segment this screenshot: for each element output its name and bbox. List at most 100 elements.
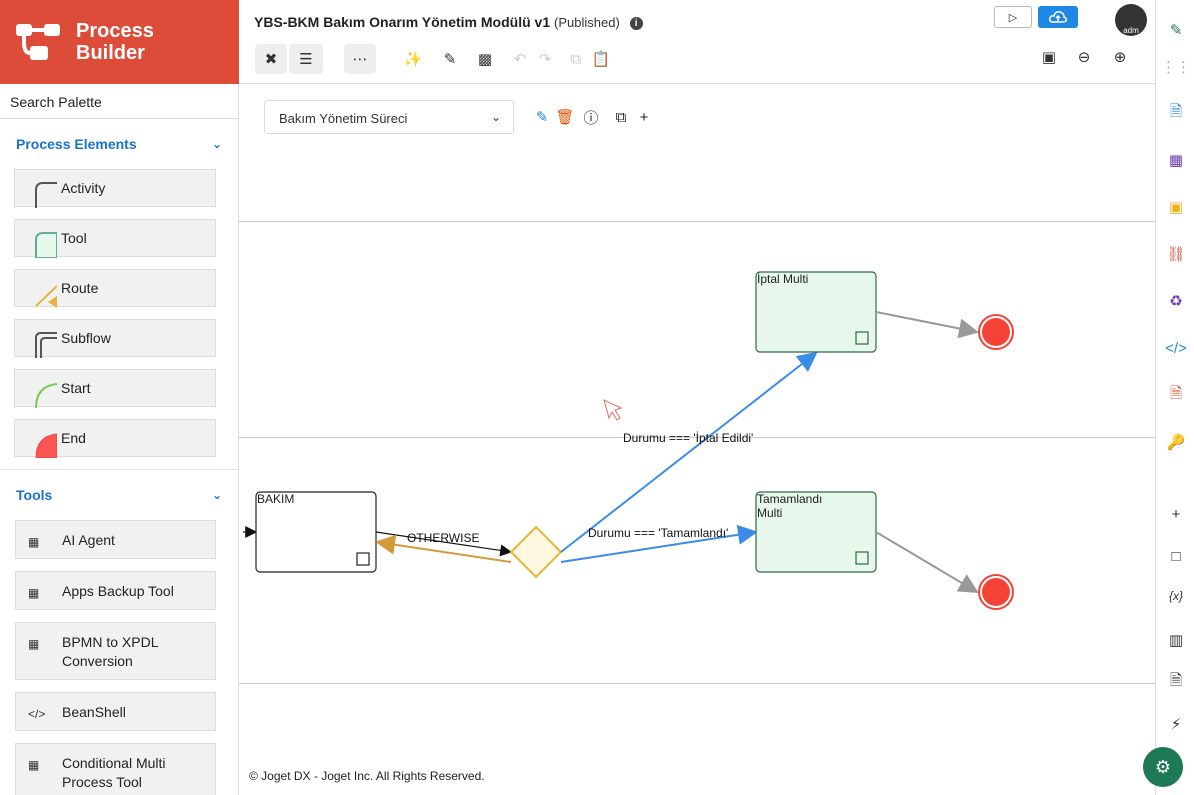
brand-line-1: Process: [76, 20, 154, 42]
process-builder-logo-icon: [16, 24, 60, 60]
node-label-iptal: İptal Multi: [757, 272, 809, 286]
tool-item-apps-backup[interactable]: ▦ Apps Backup Tool: [15, 571, 216, 610]
node-label-bakim: BAKIM: [257, 492, 295, 506]
palette-item-subflow[interactable]: Subflow: [14, 319, 216, 358]
pdf-icon[interactable]: 🗎: [1166, 385, 1186, 405]
highlight-button[interactable]: ✎: [434, 44, 466, 74]
palette-item-start[interactable]: Start: [14, 369, 216, 408]
end-event-fill: [982, 578, 1010, 606]
process-diagram: [243, 271, 1014, 610]
cloud-upload-icon: [1049, 11, 1067, 23]
tool-item-bpmn-xpdl[interactable]: ▦ BPMN to XPDL Conversion: [15, 622, 216, 680]
code-icon: </>: [28, 707, 46, 721]
palette-item-end[interactable]: End: [14, 419, 216, 458]
redo-button[interactable]: ↷: [529, 44, 561, 74]
play-icon: ▷: [1008, 11, 1018, 24]
note-icon[interactable]: □: [1166, 546, 1186, 566]
tool-item-label: BeanShell: [62, 704, 126, 720]
brand-name: Process Builder: [76, 20, 154, 64]
map-icon: ▩: [477, 51, 493, 68]
palette-item-label: Start: [61, 380, 91, 396]
palette-item-activity[interactable]: Activity: [14, 169, 216, 208]
end-event-fill: [982, 318, 1010, 346]
paste-icon: 📋: [591, 51, 611, 68]
edge-label-iptal[interactable]: Durumu === 'İptal Edildi': [623, 431, 753, 445]
page-title: YBS-BKM Bakım Onarım Yönetim Modülü v1 (…: [254, 14, 643, 30]
variable-icon[interactable]: {x}: [1166, 586, 1186, 606]
pen-icon: ✎: [443, 51, 457, 68]
tool-item-conditional-multi[interactable]: ▦ Conditional Multi Process Tool: [15, 743, 216, 795]
brand-line-2: Builder: [76, 42, 145, 64]
end-shape-icon: [35, 433, 57, 458]
monitor-icon[interactable]: ▣: [1166, 197, 1186, 217]
transition-otherwise[interactable]: [375, 534, 512, 563]
magic-wand-icon: ✨: [403, 51, 423, 68]
tool-item-ai-agent[interactable]: ▦ AI Agent: [15, 520, 216, 559]
edit-icon[interactable]: ✎: [1166, 20, 1186, 40]
plugin-icon[interactable]: ♻: [1166, 291, 1186, 311]
edge-label-otherwise[interactable]: OTHERWISE: [407, 531, 479, 545]
drag-handle-icon[interactable]: ⋮⋮: [1161, 57, 1191, 77]
zoom-in-button[interactable]: ⊕: [1104, 42, 1136, 72]
edge-label-tamamlandi[interactable]: Durumu === 'Tamamlandı': [588, 526, 728, 540]
avatar[interactable]: adm: [1115, 4, 1147, 36]
undo-icon: ↶: [513, 51, 527, 68]
zoom-out-button[interactable]: ⊖: [1068, 42, 1100, 72]
info-icon[interactable]: i: [629, 16, 643, 30]
route-shape-icon: [35, 285, 57, 308]
node-label-tamamlandi: Tamamlandı Multi: [757, 492, 822, 520]
list-view-button[interactable]: ☰: [289, 44, 323, 74]
grid-icon: ▦: [28, 586, 40, 600]
document-icon[interactable]: 🗎: [1166, 103, 1186, 123]
run-button[interactable]: ▷: [994, 6, 1032, 28]
process-icon[interactable]: ⛓: [1166, 244, 1186, 264]
node-label-line: Multi: [757, 506, 783, 520]
search-palette-input[interactable]: Search Palette: [0, 84, 238, 119]
tool-item-label: Apps Backup Tool: [62, 583, 174, 599]
tool-item-label: Conditional Multi Process Tool: [62, 755, 166, 790]
top-toolbar: YBS-BKM Bakım Onarım Yönetim Modülü v1 (…: [239, 0, 1155, 84]
map-button[interactable]: ▩: [469, 44, 501, 74]
process-title: YBS-BKM Bakım Onarım Yönetim Modülü v1: [254, 14, 551, 30]
transition-iptal-end[interactable]: [875, 311, 979, 339]
code-icon[interactable]: </>: [1165, 338, 1187, 358]
redo-icon: ↷: [538, 51, 552, 68]
transition-tamamlandi-end[interactable]: [875, 531, 979, 594]
palette-item-route[interactable]: Route: [14, 269, 216, 308]
palette-item-label: Tool: [61, 230, 87, 246]
zoom-out-icon: ⊖: [1077, 49, 1091, 66]
start-shape-icon: [35, 383, 57, 408]
gear-icon: ⚙: [1154, 756, 1172, 777]
translate-icon[interactable]: ▥: [1166, 630, 1186, 650]
tool-item-label: BPMN to XPDL Conversion: [62, 634, 158, 669]
avatar-text: adm: [1123, 26, 1139, 35]
add-icon[interactable]: +: [1166, 504, 1186, 524]
more-button[interactable]: ⋯: [344, 44, 376, 74]
tools-header[interactable]: Tools ⌄: [0, 470, 238, 520]
palette-item-tool[interactable]: Tool: [14, 219, 216, 258]
process-elements-header[interactable]: Process Elements ⌄: [0, 119, 238, 169]
paste-button[interactable]: 📋: [585, 44, 617, 74]
brand-header[interactable]: Process Builder: [0, 0, 239, 84]
tool-item-beanshell[interactable]: </> BeanShell: [15, 692, 216, 731]
grid-icon: ▦: [28, 758, 40, 772]
ellipsis-icon: ⋯: [352, 51, 368, 68]
table-icon[interactable]: ▦: [1166, 150, 1186, 170]
palette-item-label: End: [61, 430, 86, 446]
deploy-button[interactable]: [1038, 6, 1078, 28]
fit-screen-button[interactable]: ▣: [1033, 42, 1065, 72]
right-rail: ✎ ⋮⋮ 🗎 ▦ ▣ ⛓ ♻ </> 🗎 🔑 + □ {x} ▥ 🗎 ⚡: [1155, 0, 1194, 795]
key-icon[interactable]: 🔑: [1166, 432, 1186, 452]
wand-button[interactable]: ✨: [397, 44, 429, 74]
tools-cross-icon: ✖: [264, 51, 278, 68]
design-view-button[interactable]: ✖: [255, 44, 287, 74]
list-icon: ☰: [299, 51, 313, 68]
process-builder-app: Process Builder Search Palette Process E…: [0, 0, 1194, 795]
route-node[interactable]: [509, 525, 563, 579]
settings-gear-button[interactable]: ⚙: [1143, 747, 1183, 787]
plug-icon[interactable]: ⚡: [1166, 714, 1186, 734]
file-icon[interactable]: 🗎: [1166, 672, 1186, 692]
copy-icon: ⧉: [570, 50, 582, 68]
process-elements-title: Process Elements: [16, 136, 137, 152]
process-canvas[interactable]: Bakım Yönetim Süreci ⌄ ✎ 🗑 ⓘ ⧉ + BAKIM İ…: [239, 84, 1155, 760]
